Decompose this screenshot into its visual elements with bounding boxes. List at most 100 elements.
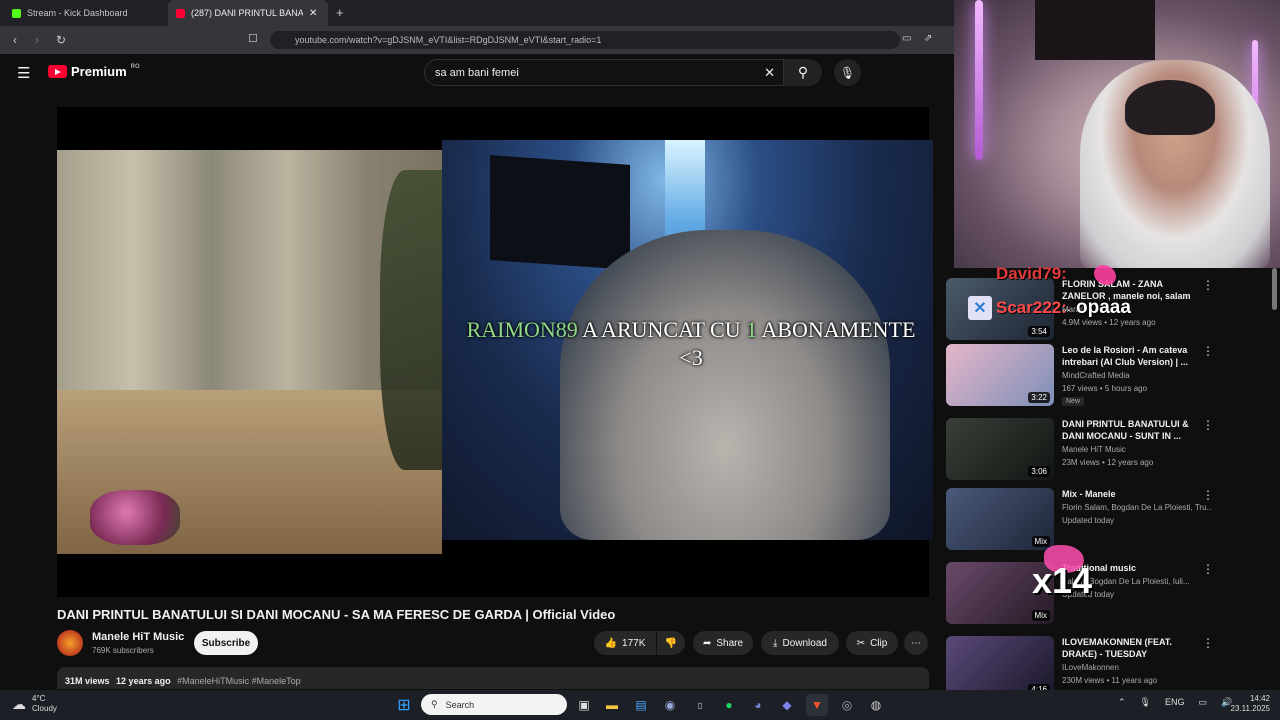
clip-button[interactable]: ✂ Clip [846, 631, 898, 655]
recommended-title[interactable]: ILOVEMAKONNEN (FEAT. DRAKE) - TUESDAY [1062, 636, 1200, 660]
cast-icon[interactable]: ▭ [902, 33, 911, 44]
video-scene-plant [380, 170, 442, 470]
subscribe-button[interactable]: Subscribe [194, 631, 258, 655]
windows-start-icon[interactable]: ⊞ [393, 694, 415, 716]
language-indicator[interactable]: ENG [1165, 697, 1185, 708]
menu-icon[interactable]: ☰ [17, 64, 30, 82]
address-bar[interactable]: youtube.com/watch?v=gDJSNM_eVTI&list=RDg… [270, 31, 900, 49]
region-code: RO [130, 63, 140, 70]
alert-name: RAIMON89 [466, 317, 578, 342]
more-icon: ⋯ [911, 637, 921, 649]
more-options-icon[interactable]: ⋮ [1202, 488, 1214, 502]
epic-games-icon[interactable]: ▯ [689, 694, 711, 716]
recommended-video[interactable]: Mix Traditional music Salam, Bogdan De La … [946, 562, 1246, 628]
clear-search-icon[interactable]: ✕ [764, 65, 775, 81]
taskbar-search[interactable]: ⚲ Search [421, 694, 567, 715]
more-options-icon[interactable]: ⋮ [1202, 278, 1214, 292]
share-button[interactable]: ➦ Share [693, 631, 753, 655]
recommended-title[interactable]: DANI PRINTUL BANATULUI & DANI MOCANU - S… [1062, 418, 1200, 442]
recommended-meta: 230M views • 11 years ago [1062, 676, 1158, 685]
hashtags[interactable]: #ManeleHiTMusic #ManeleTop [177, 676, 301, 686]
share-label: Share [716, 637, 744, 649]
back-icon[interactable]: ‹ [6, 31, 24, 49]
tab-kick-dashboard[interactable]: Stream - Kick Dashboard [4, 0, 164, 26]
date: 23.11.2025 [1230, 704, 1270, 713]
recommended-title[interactable]: Leo de la Rosiori - Am cateva intrebari … [1062, 344, 1200, 368]
channel-name[interactable]: Manele HiT Music [92, 631, 184, 643]
more-actions-button[interactable]: ⋯ [904, 631, 928, 655]
recommended-video[interactable]: Mix Mix - Manele Florin Salam, Bogdan De L… [946, 488, 1246, 554]
youtube-logo[interactable]: Premium RO [48, 64, 140, 79]
steam-icon[interactable]: ◉ [659, 694, 681, 716]
recommended-channel[interactable]: ILoveMakonnen [1062, 662, 1212, 674]
search-icon: ⚲ [431, 699, 438, 709]
download-button[interactable]: ⤓ Download [761, 631, 839, 655]
recommended-channel[interactable]: Manele HiT Music [1062, 444, 1212, 456]
video-scene-flowers [90, 490, 180, 545]
video-thumbnail[interactable]: 3:22 [946, 344, 1054, 406]
more-options-icon[interactable]: ⋮ [1202, 344, 1214, 358]
recommended-video[interactable]: 3:22 Leo de la Rosiori - Am cateva intreb… [946, 344, 1246, 410]
search-icon: ⚲ [797, 64, 809, 80]
recommended-channel[interactable]: Florin Salam, Bogdan De La Ploiesti, Tru… [1062, 502, 1212, 514]
weather-widget[interactable]: ☁ 4°C Cloudy [12, 694, 57, 714]
close-tab-icon[interactable]: ✕ [309, 8, 317, 19]
download-label: Download [782, 637, 827, 649]
chevron-up-icon[interactable]: ⌃ [1118, 697, 1126, 708]
reload-icon[interactable]: ↻ [52, 31, 70, 49]
task-view-icon[interactable]: ▣ [573, 694, 595, 716]
camera-tv [490, 155, 630, 270]
clip-label: Clip [870, 637, 888, 649]
logo-text: Premium [71, 64, 127, 79]
like-button[interactable]: 👍 177K [594, 631, 656, 655]
subscription-alert: RAIMON89 A ARUNCAT CU 1 ABONAMENTE <3 [436, 316, 946, 372]
network-icon[interactable]: ▭ [1199, 697, 1208, 708]
brave-browser-icon[interactable]: ▼ [806, 694, 828, 716]
weather-condition: Cloudy [32, 704, 57, 713]
app-icon[interactable]: ◎ [836, 694, 858, 716]
teams-icon[interactable]: ◆ [776, 694, 798, 716]
share-page-icon[interactable]: ⇗ [924, 33, 932, 44]
thumbs-up-icon: 👍 [604, 637, 618, 649]
video-duration: 3:06 [1028, 466, 1050, 477]
more-options-icon[interactable]: ⋮ [1202, 418, 1214, 432]
share-icon: ➦ [702, 637, 712, 649]
scrollbar[interactable] [1272, 268, 1277, 310]
alert-text: A ARUNCAT CU [582, 317, 741, 342]
store-icon[interactable]: ▤ [630, 694, 652, 716]
kick-icon [12, 8, 21, 18]
channel-avatar[interactable] [57, 630, 83, 656]
mic-tray-icon[interactable]: 🎙 [1140, 697, 1151, 708]
recommended-title[interactable]: Mix - Manele [1062, 488, 1200, 500]
file-explorer-icon[interactable]: ▬ [601, 694, 623, 716]
description-box[interactable]: 31M views 12 years ago #ManeleHiTMusic #… [57, 667, 929, 689]
video-thumbnail[interactable]: 3:06 [946, 418, 1054, 480]
video-thumbnail[interactable]: 4:16 [946, 636, 1054, 698]
obs-icon[interactable]: ◍ [865, 694, 887, 716]
clock[interactable]: 14:42 23.11.2025 [1228, 694, 1270, 714]
webcam-light-strip [975, 0, 983, 160]
video-thumbnail[interactable]: Mix [946, 488, 1054, 550]
url-text: youtube.com/watch?v=gDJSNM_eVTI&list=RDg… [295, 35, 602, 45]
search-value: sa am bani femei [435, 66, 519, 79]
spotify-icon[interactable]: ● [718, 694, 740, 716]
webcam-tv [1035, 0, 1155, 60]
new-tab-button[interactable]: + [336, 5, 344, 20]
more-options-icon[interactable]: ⋮ [1202, 562, 1214, 576]
dislike-button[interactable]: 👎 [657, 631, 685, 655]
youtube-play-icon [48, 65, 67, 78]
discord-icon[interactable]: ◕ [747, 694, 769, 716]
tab-youtube-video[interactable]: (287) DANI PRINTUL BANATULUI ✕ [168, 0, 328, 26]
chat-username: David79: [996, 264, 1067, 283]
search-button[interactable]: ⚲ [784, 59, 822, 86]
tab-label: Stream - Kick Dashboard [27, 8, 128, 18]
video-duration: 3:54 [1028, 326, 1050, 337]
more-options-icon[interactable]: ⋮ [1202, 636, 1214, 650]
search-input[interactable]: sa am bani femei ✕ [424, 59, 784, 86]
recommended-video[interactable]: 3:06 DANI PRINTUL BANATULUI & DANI MOCANU… [946, 418, 1246, 484]
webcam-person-hair [1125, 80, 1215, 135]
recommended-channel[interactable]: MindCrafted Media [1062, 370, 1212, 382]
forward-icon[interactable]: › [28, 31, 46, 49]
bookmark-icon[interactable]: ☐ [248, 32, 258, 45]
voice-search-button[interactable]: 🎙 [834, 59, 861, 86]
